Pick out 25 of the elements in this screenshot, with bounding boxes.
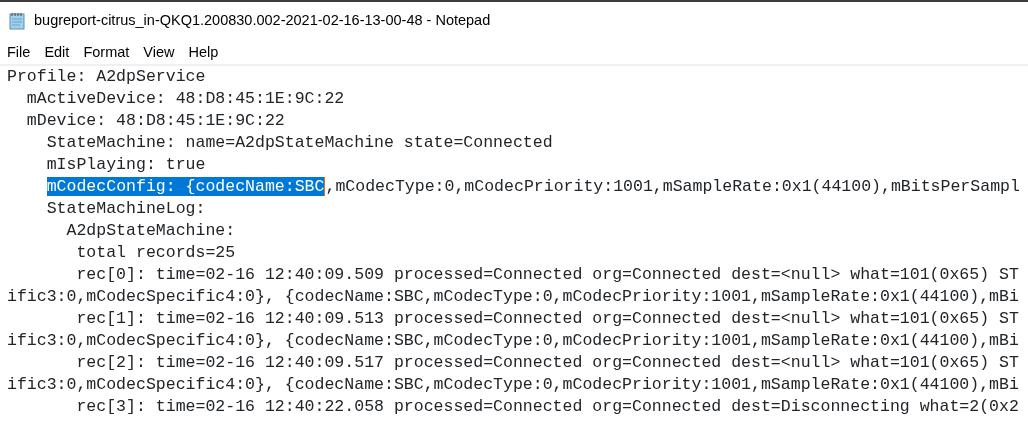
text-line: A2dpStateMachine: bbox=[65, 220, 237, 242]
menu-item[interactable]: Edit bbox=[44, 42, 70, 62]
window-title: bugreport-citrus_in-QKQ1.200830.002-2021-02-16-13-00-48 - Notepad bbox=[34, 11, 491, 31]
text-line: Profile: A2dpService bbox=[7, 66, 207, 88]
text-line: rec[2]: time=02-16 12:40:09.517 processed=Connected org=Connected dest=<null> what=101(0x65) ST bbox=[75, 352, 1020, 374]
text-line: ific3:0,mCodecSpecific4:0}, {codecName:SBC,mCodecType:0,mCodecPriority:1001,mSampleRate:0x1(44100),mBi bbox=[7, 286, 1020, 308]
text-line: rec[3]: time=02-16 12:40:22.058 processed=Connected org=Connected dest=Disconnecting what=2(0x2 bbox=[75, 396, 1020, 418]
text-cursor bbox=[324, 177, 326, 197]
text-line: rec[0]: time=02-16 12:40:09.509 processed=Connected org=Connected dest=<null> what=101(0x65) ST bbox=[75, 264, 1020, 286]
text-line: StateMachine: name=A2dpStateMachine state=Connected bbox=[45, 132, 554, 154]
menu-item[interactable]: Format bbox=[83, 42, 130, 62]
menu-item[interactable]: View bbox=[143, 42, 175, 62]
text-line: ific3:0,mCodecSpecific4:0}, {codecName:SBC,mCodecType:0,mCodecPriority:1001,mSampleRate:0x1(44100),mBi bbox=[7, 374, 1020, 396]
text-line: rec[1]: time=02-16 12:40:09.513 processed=Connected org=Connected dest=<null> what=101(0x65) ST bbox=[75, 308, 1020, 330]
text-line: mActiveDevice: 48:D8:45:1E:9C:22 bbox=[25, 88, 346, 110]
notepad-icon bbox=[8, 12, 26, 30]
text-line: mDevice: 48:D8:45:1E:9C:22 bbox=[25, 110, 286, 132]
text-line: ific3:0,mCodecSpecific4:0}, {codecName:SBC,mCodecType:0,mCodecPriority:1001,mSampleRate:0x1(44100),mBi bbox=[7, 330, 1020, 352]
selected-text: mCodecConfig: {codecName:SBC bbox=[46, 177, 325, 196]
text-line: StateMachineLog: bbox=[45, 198, 207, 220]
menu-item[interactable]: File bbox=[7, 42, 31, 62]
text-line: total records=25 bbox=[75, 242, 237, 264]
text-line: mIsPlaying: true bbox=[45, 154, 207, 176]
text-line: ,mCodecType:0,mCodecPriority:1001,mSampleRate:0x1(44100),mBitsPerSampl bbox=[325, 177, 1020, 196]
menu-item[interactable]: Help bbox=[188, 42, 219, 62]
